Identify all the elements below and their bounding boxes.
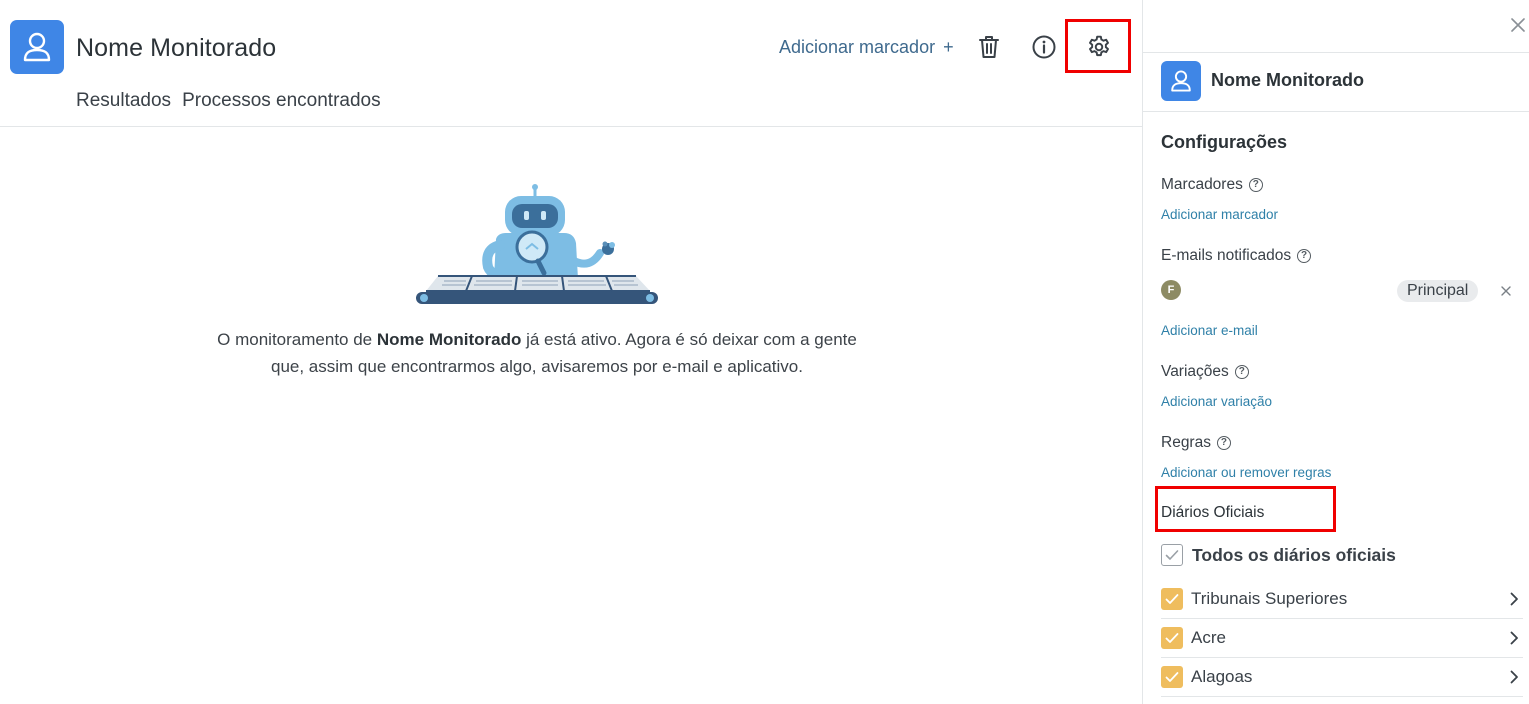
diario-item-acre[interactable]: Acre	[1161, 619, 1523, 658]
add-marker-label: Adicionar marcador	[779, 37, 936, 57]
variacoes-label-text: Variações	[1161, 363, 1229, 380]
add-variation-link[interactable]: Adicionar variação	[1161, 394, 1272, 409]
diario-item-alagoas[interactable]: Alagoas	[1161, 658, 1523, 697]
settings-highlight-box	[1065, 19, 1131, 73]
all-diarios-label: Todos os diários oficiais	[1192, 544, 1396, 565]
remove-email-button[interactable]	[1496, 281, 1516, 301]
add-email-link[interactable]: Adicionar e-mail	[1161, 323, 1258, 338]
page-title: Nome Monitorado	[76, 34, 277, 62]
trash-icon	[979, 36, 999, 58]
help-icon[interactable]: ?	[1248, 178, 1263, 192]
email-avatar: F	[1161, 280, 1181, 300]
add-marker-button[interactable]: Adicionar marcador +	[779, 37, 954, 58]
checkbox[interactable]	[1161, 544, 1183, 566]
emails-label: E-mails notificados ?	[1161, 247, 1312, 265]
diarios-highlight-box	[1155, 486, 1336, 532]
diario-item-label: Alagoas	[1191, 667, 1253, 686]
email-row: F Principal	[1161, 280, 1516, 302]
all-diarios-checkbox[interactable]: Todos os diários oficiais	[1161, 544, 1396, 566]
chevron-right-icon[interactable]	[1505, 629, 1523, 647]
principal-badge: Principal	[1397, 280, 1479, 302]
checkbox[interactable]	[1161, 588, 1183, 610]
add-marker-link[interactable]: Adicionar marcador	[1161, 207, 1278, 222]
user-icon	[23, 32, 51, 62]
variacoes-label: Variações ?	[1161, 363, 1249, 381]
emails-label-text: E-mails notificados	[1161, 247, 1292, 264]
close-icon	[1511, 18, 1525, 32]
marcadores-label-text: Marcadores	[1161, 176, 1243, 193]
help-icon[interactable]: ?	[1297, 249, 1312, 263]
settings-panel: Nome Monitorado Configurações Marcadores…	[1142, 0, 1529, 704]
check-icon	[1165, 594, 1179, 604]
empty-state-message: O monitoramento de Nome Monitorado já es…	[200, 326, 874, 380]
check-icon	[1165, 633, 1179, 643]
delete-button[interactable]	[975, 33, 1003, 61]
tab-processos-encontrados[interactable]: Processos encontrados	[182, 90, 381, 112]
empty-state-name: Nome Monitorado	[376, 330, 522, 349]
plus-icon: +	[943, 37, 954, 57]
panel-divider-mid	[1143, 111, 1529, 112]
panel-divider-top	[1143, 52, 1529, 53]
close-panel-button[interactable]	[1507, 14, 1529, 36]
diario-item-tribunais-superiores[interactable]: Tribunais Superiores	[1161, 580, 1523, 619]
checkbox[interactable]	[1161, 627, 1183, 649]
empty-state-text-before: O monitoramento de	[217, 330, 377, 349]
header-divider	[0, 126, 1142, 127]
monitor-avatar	[10, 20, 64, 74]
main-area: Nome Monitorado Resultados Processos enc…	[0, 0, 1142, 704]
check-icon	[1165, 672, 1179, 682]
help-icon[interactable]: ?	[1234, 365, 1249, 379]
checkbox[interactable]	[1161, 666, 1183, 688]
user-icon	[1171, 70, 1191, 92]
chevron-right-icon[interactable]	[1505, 590, 1523, 608]
marcadores-label: Marcadores ?	[1161, 176, 1263, 194]
diario-item-label: Acre	[1191, 628, 1226, 647]
check-icon	[1165, 550, 1179, 560]
diario-item-label: Tribunais Superiores	[1191, 589, 1348, 608]
rules-link[interactable]: Adicionar ou remover regras	[1161, 465, 1331, 480]
panel-title: Nome Monitorado	[1211, 70, 1364, 90]
section-title: Configurações	[1161, 132, 1288, 152]
help-icon[interactable]: ?	[1216, 436, 1231, 450]
regras-label: Regras ?	[1161, 434, 1231, 452]
panel-avatar	[1161, 61, 1201, 101]
close-icon	[1501, 286, 1511, 296]
regras-label-text: Regras	[1161, 434, 1211, 451]
chevron-right-icon[interactable]	[1505, 668, 1523, 686]
tabs: Resultados Processos encontrados	[76, 90, 381, 112]
info-icon	[1032, 35, 1056, 59]
tab-resultados[interactable]: Resultados	[76, 90, 171, 112]
info-button[interactable]	[1030, 33, 1058, 61]
robot-illustration	[416, 184, 658, 304]
